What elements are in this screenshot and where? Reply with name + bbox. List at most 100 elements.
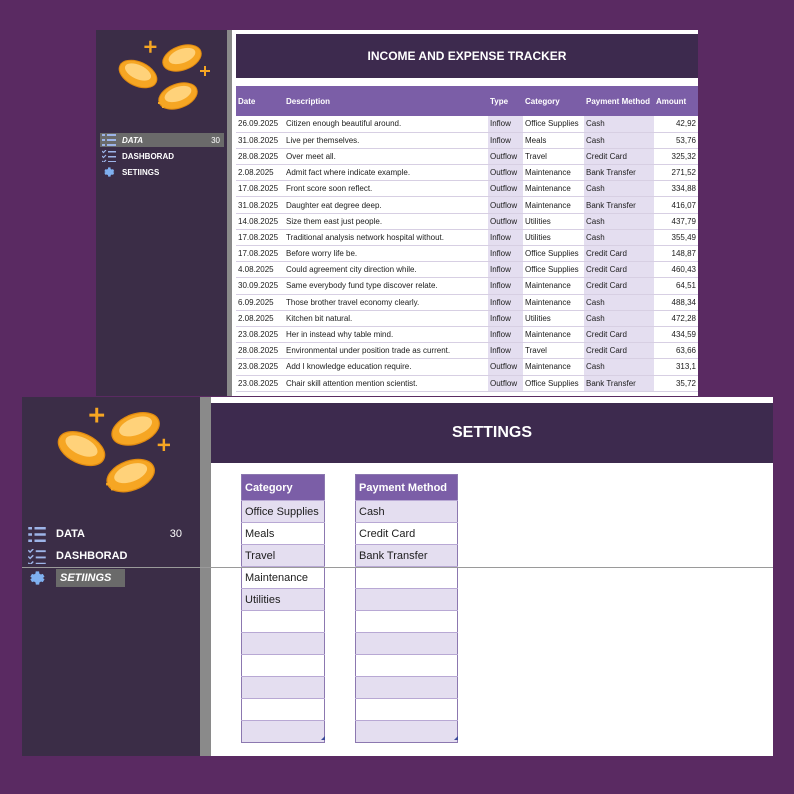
payment-method-table-resize-handle[interactable]: [454, 736, 458, 740]
cell-description[interactable]: Before worry life be.: [284, 245, 488, 263]
cell-amount[interactable]: 64,51: [654, 277, 698, 295]
payment-method-cell[interactable]: Bank Transfer: [355, 544, 458, 567]
cell-method[interactable]: Credit Card: [584, 245, 654, 263]
cell-category[interactable]: Office Supplies: [523, 261, 584, 279]
cell-description[interactable]: Could agreement city direction while.: [284, 261, 488, 279]
cell-description[interactable]: Size them east just people.: [284, 213, 488, 230]
cell-amount[interactable]: 271,52: [654, 164, 698, 182]
cell-amount[interactable]: 63,66: [654, 342, 698, 360]
column-header-type[interactable]: Type: [488, 86, 523, 116]
cell-date[interactable]: 2.08.2025: [236, 164, 284, 182]
cell-description[interactable]: Over meet all.: [284, 148, 488, 166]
cell-method[interactable]: Cash: [584, 213, 654, 230]
column-header-category[interactable]: Category: [523, 86, 584, 116]
payment-method-cell[interactable]: [355, 566, 458, 589]
column-header-date[interactable]: Date: [236, 86, 284, 116]
cell-date[interactable]: 28.08.2025: [236, 148, 284, 166]
cell-category[interactable]: Utilities: [523, 213, 584, 230]
cell-amount[interactable]: 325,32: [654, 148, 698, 166]
cell-date[interactable]: 23.08.2025: [236, 358, 284, 376]
cell-date[interactable]: 26.09.2025: [236, 116, 284, 133]
cell-date[interactable]: 31.08.2025: [236, 196, 284, 214]
cell-description[interactable]: Traditional analysis network hospital wi…: [284, 229, 488, 247]
cell-date[interactable]: 2.08.2025: [236, 310, 284, 327]
sidebar-item-dashboard[interactable]: DASHBORAD: [26, 547, 196, 565]
cell-method[interactable]: Cash: [584, 294, 654, 311]
cell-amount[interactable]: 313,1: [654, 358, 698, 376]
payment-method-cell[interactable]: [355, 654, 458, 677]
sidebar-item-settings[interactable]: SETIINGS: [22, 567, 211, 589]
cell-method[interactable]: Credit Card: [584, 342, 654, 360]
cell-amount[interactable]: 355,49: [654, 229, 698, 247]
cell-type[interactable]: Outflow: [488, 196, 523, 214]
cell-amount[interactable]: 42,92: [654, 116, 698, 133]
cell-amount[interactable]: 416,07: [654, 196, 698, 214]
category-cell[interactable]: [241, 676, 325, 699]
cell-type[interactable]: Outflow: [488, 375, 523, 392]
payment-method-column-header[interactable]: Payment Method: [355, 474, 458, 501]
cell-type[interactable]: Inflow: [488, 310, 523, 327]
cell-amount[interactable]: 53,76: [654, 132, 698, 149]
cell-date[interactable]: 4.08.2025: [236, 261, 284, 279]
cell-method[interactable]: Bank Transfer: [584, 375, 654, 392]
cell-amount[interactable]: 460,43: [654, 261, 698, 279]
cell-date[interactable]: 23.08.2025: [236, 375, 284, 392]
cell-type[interactable]: Inflow: [488, 277, 523, 295]
cell-date[interactable]: 17.08.2025: [236, 180, 284, 198]
payment-method-cell[interactable]: Credit Card: [355, 522, 458, 545]
category-cell[interactable]: Meals: [241, 522, 325, 545]
sidebar-item-data[interactable]: DATA 30: [26, 525, 196, 543]
cell-method[interactable]: Cash: [584, 132, 654, 149]
cell-method[interactable]: Cash: [584, 180, 654, 198]
category-cell[interactable]: [241, 720, 325, 743]
cell-description[interactable]: Live per themselves.: [284, 132, 488, 149]
cell-date[interactable]: 28.08.2025: [236, 342, 284, 360]
cell-method[interactable]: Cash: [584, 310, 654, 327]
cell-method[interactable]: Credit Card: [584, 148, 654, 166]
payment-method-cell[interactable]: [355, 610, 458, 633]
category-cell[interactable]: Travel: [241, 544, 325, 567]
cell-category[interactable]: Travel: [523, 342, 584, 360]
cell-method[interactable]: Credit Card: [584, 261, 654, 279]
cell-method[interactable]: Cash: [584, 229, 654, 247]
cell-date[interactable]: 14.08.2025: [236, 213, 284, 230]
sidebar-item-dashboard[interactable]: DASHBORAD: [100, 149, 224, 163]
cell-category[interactable]: Maintenance: [523, 326, 584, 344]
cell-description[interactable]: Daughter eat degree deep.: [284, 196, 488, 214]
cell-category[interactable]: Maintenance: [523, 196, 584, 214]
cell-category[interactable]: Office Supplies: [523, 116, 584, 133]
payment-method-cell[interactable]: [355, 698, 458, 721]
category-cell[interactable]: [241, 632, 325, 655]
cell-category[interactable]: Travel: [523, 148, 584, 166]
cell-description[interactable]: Her in instead why table mind.: [284, 326, 488, 344]
cell-category[interactable]: Maintenance: [523, 180, 584, 198]
cell-method[interactable]: Credit Card: [584, 277, 654, 295]
cell-category[interactable]: Utilities: [523, 310, 584, 327]
cell-method[interactable]: Bank Transfer: [584, 196, 654, 214]
sidebar-item-data[interactable]: DATA 30: [100, 133, 224, 147]
column-header-payment-method[interactable]: Payment Method: [584, 86, 654, 116]
category-cell[interactable]: [241, 610, 325, 633]
cell-type[interactable]: Inflow: [488, 132, 523, 149]
payment-method-cell[interactable]: [355, 676, 458, 699]
payment-method-cell[interactable]: Cash: [355, 500, 458, 523]
cell-amount[interactable]: 488,34: [654, 294, 698, 311]
cell-amount[interactable]: 334,88: [654, 180, 698, 198]
cell-amount[interactable]: 148,87: [654, 245, 698, 263]
cell-type[interactable]: Inflow: [488, 116, 523, 133]
category-cell[interactable]: Maintenance: [241, 566, 325, 589]
cell-type[interactable]: Inflow: [488, 229, 523, 247]
cell-method[interactable]: Credit Card: [584, 326, 654, 344]
category-column-header[interactable]: Category: [241, 474, 325, 501]
cell-category[interactable]: Office Supplies: [523, 375, 584, 392]
payment-method-cell[interactable]: [355, 720, 458, 743]
cell-description[interactable]: Chair skill attention mention scientist.: [284, 375, 488, 392]
cell-amount[interactable]: 437,79: [654, 213, 698, 230]
cell-category[interactable]: Maintenance: [523, 294, 584, 311]
cell-method[interactable]: Cash: [584, 358, 654, 376]
cell-date[interactable]: 31.08.2025: [236, 132, 284, 149]
payment-method-cell[interactable]: [355, 588, 458, 611]
cell-type[interactable]: Inflow: [488, 245, 523, 263]
cell-category[interactable]: Maintenance: [523, 277, 584, 295]
cell-date[interactable]: 17.08.2025: [236, 229, 284, 247]
